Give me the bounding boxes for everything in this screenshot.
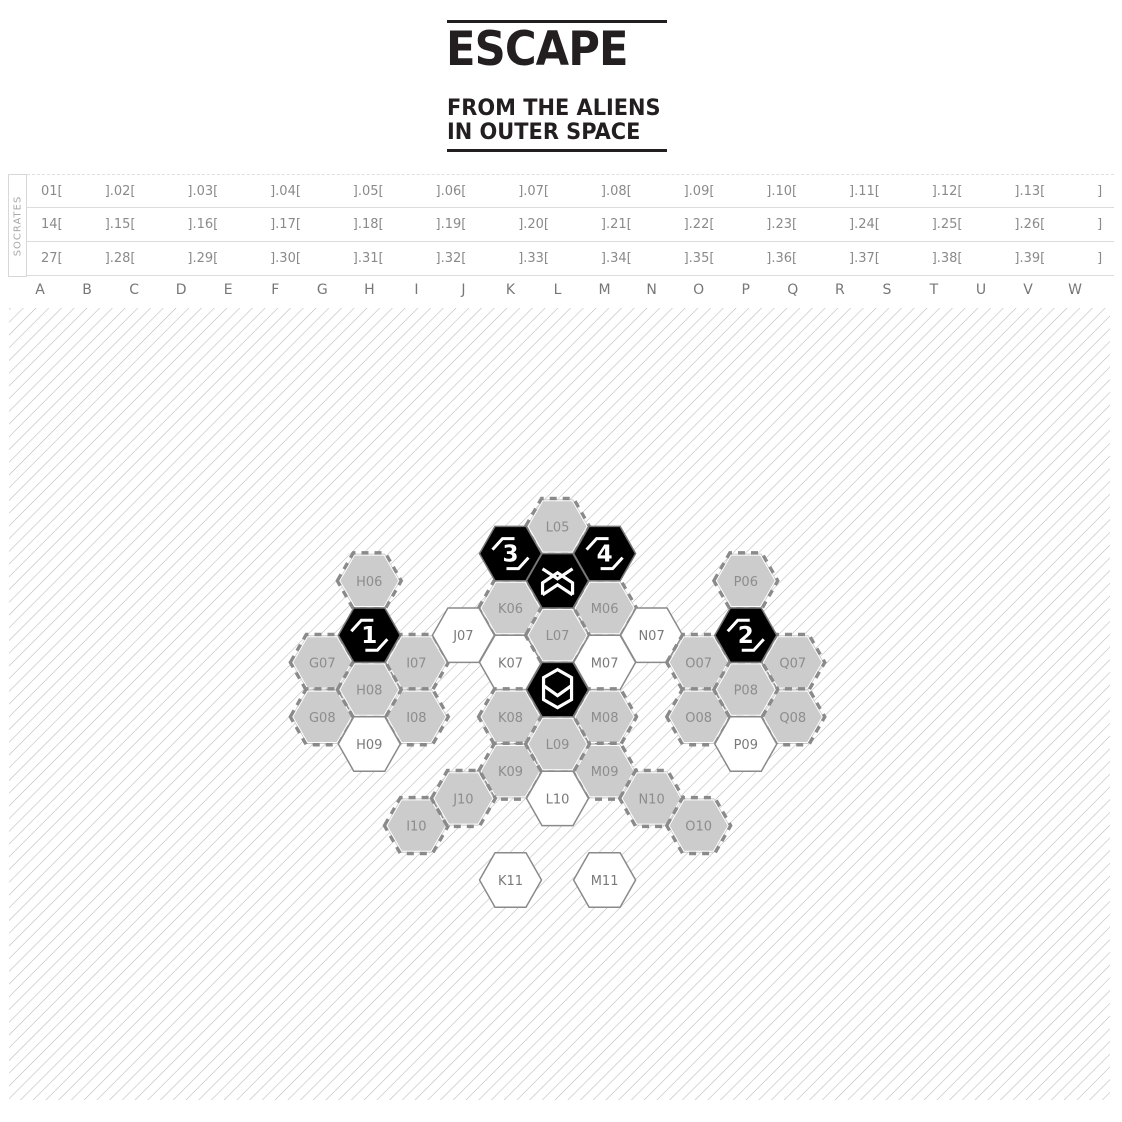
sector-label: M08 xyxy=(591,711,619,726)
sector-label: O08 xyxy=(685,711,712,726)
sector-label: I08 xyxy=(406,711,426,726)
sector-label: J07 xyxy=(452,629,473,644)
sector-label: P09 xyxy=(734,738,758,753)
sector-label: M06 xyxy=(591,602,619,617)
sector-label: L07 xyxy=(546,629,570,644)
sector-label: K11 xyxy=(498,874,523,889)
sector-label: H06 xyxy=(356,575,382,590)
sector-label: K08 xyxy=(498,711,523,726)
sector-label: L09 xyxy=(546,738,570,753)
sector-label: P08 xyxy=(734,684,758,699)
sector-label: I10 xyxy=(406,820,426,835)
sector-label: G08 xyxy=(309,711,336,726)
sector-label: O07 xyxy=(685,656,712,671)
sector-label: K09 xyxy=(498,765,523,780)
escape-pod-number: 4 xyxy=(597,542,613,568)
sector-label: N07 xyxy=(638,629,664,644)
sector-label: M07 xyxy=(591,656,619,671)
escape-pod-number: 1 xyxy=(361,623,377,649)
sector-label: O10 xyxy=(685,820,712,835)
sector-label: P06 xyxy=(734,575,758,590)
game-board: L05 K06 M06 H06 P06 G07 I07 J07 K07 L07 M07 N07 O07 Q… xyxy=(9,308,1110,1100)
sector-label: H08 xyxy=(356,684,382,699)
game-sheet: ESCAPE FROM THE ALIENS IN OUTER SPACE SO… xyxy=(0,0,1122,1122)
sector-label: G07 xyxy=(309,656,336,671)
sector-label: K07 xyxy=(498,656,523,671)
sector-label: J10 xyxy=(452,792,473,807)
sector-label: L05 xyxy=(546,520,570,535)
sector-label: K06 xyxy=(498,602,523,617)
sector-label: N10 xyxy=(638,792,664,807)
sector-label: H09 xyxy=(356,738,382,753)
escape-pod-number: 3 xyxy=(502,542,518,568)
sector-label: Q08 xyxy=(779,711,806,726)
escape-pod-number: 2 xyxy=(738,623,754,649)
sector-label: M09 xyxy=(591,765,619,780)
sector-label: I07 xyxy=(406,656,426,671)
sector-label: L10 xyxy=(546,792,570,807)
sector-label: M11 xyxy=(591,874,619,889)
sector-label: Q07 xyxy=(779,656,806,671)
